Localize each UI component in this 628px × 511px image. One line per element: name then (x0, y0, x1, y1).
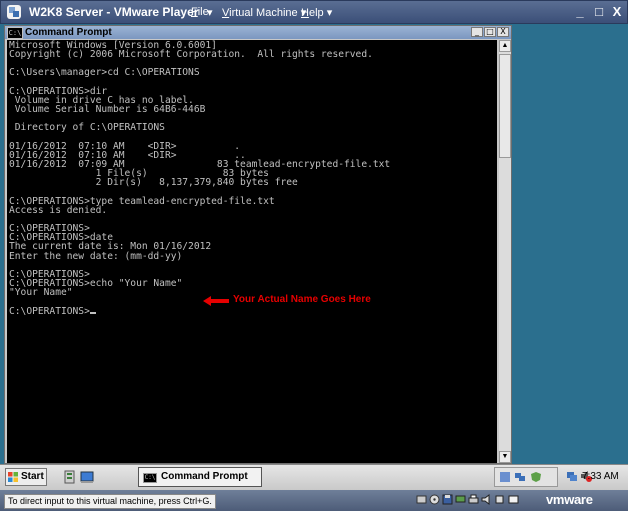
minimize-button[interactable]: _ (571, 4, 589, 20)
close-button[interactable]: X (608, 4, 626, 20)
window-title: W2K8 Server - VMware Player (29, 5, 199, 19)
status-hint: To direct input to this virtual machine,… (4, 494, 216, 509)
security-icon[interactable] (530, 471, 542, 483)
message-icon[interactable] (508, 493, 519, 506)
clock[interactable]: 7:33 AM (582, 471, 619, 482)
server-manager-icon[interactable] (63, 470, 77, 484)
text-cursor (89, 311, 96, 314)
scroll-up-button[interactable]: ▲ (499, 40, 511, 52)
annotation-text: Your Actual Name Goes Here (233, 294, 371, 305)
chevron-down-icon: ▾ (326, 7, 333, 19)
chevron-down-icon: ▾ (207, 7, 213, 19)
show-desktop-icon[interactable] (80, 470, 94, 484)
taskbar-item-command-prompt[interactable]: C:\ Command Prompt (138, 467, 262, 487)
cmd-close-button[interactable]: X (497, 27, 509, 37)
cmd-titlebar[interactable]: C:\ Command Prompt _ □ X (5, 26, 511, 39)
vertical-scrollbar[interactable]: ▲ ▼ (499, 40, 511, 463)
network-connection-icon[interactable] (566, 470, 578, 482)
network-icon[interactable] (514, 471, 526, 483)
printer-icon[interactable] (468, 493, 479, 506)
start-button[interactable]: Start (5, 468, 47, 486)
cd-drive-icon[interactable] (429, 493, 440, 506)
hard-disk-icon[interactable] (416, 493, 427, 506)
start-label: Start (21, 471, 44, 482)
console-text: Microsoft Windows [Version 6.0.6001] Cop… (9, 40, 391, 317)
command-prompt-window[interactable]: C:\ Command Prompt _ □ X Microsoft Windo… (4, 25, 512, 464)
cmd-minimize-button[interactable]: _ (471, 27, 483, 37)
vmware-player-icon (7, 5, 21, 19)
restore-button[interactable]: □ (590, 4, 608, 20)
arrow-left-icon (203, 296, 229, 306)
windows-logo-icon (8, 472, 18, 482)
scroll-down-button[interactable]: ▼ (499, 451, 511, 463)
vmware-logo: vmware (546, 492, 593, 507)
floppy-icon[interactable] (442, 493, 453, 506)
console-output[interactable]: Microsoft Windows [Version 6.0.6001] Cop… (7, 40, 497, 463)
usb-icon[interactable] (494, 493, 505, 506)
cmd-window-title: Command Prompt (25, 27, 112, 38)
cmd-window-icon[interactable]: C:\ (7, 27, 23, 39)
scrollbar-thumb[interactable] (499, 54, 511, 158)
cmd-maximize-button[interactable]: □ (484, 27, 496, 37)
network-icon[interactable] (455, 493, 466, 506)
sound-icon[interactable] (481, 493, 492, 506)
guest-desktop[interactable]: C:\ Command Prompt _ □ X Microsoft Windo… (0, 24, 628, 490)
vmware-titlebar: W2K8 Server - VMware Player File Virtual… (0, 0, 628, 24)
system-tray (494, 467, 558, 487)
taskbar-item-label: Command Prompt (161, 471, 248, 482)
taskbar: Start C:\ Command Prompt 7:33 AM (0, 464, 628, 490)
cmd-window-icon: C:\ (143, 473, 157, 483)
menu-help[interactable]: Help ▾ (301, 6, 332, 19)
vmware-statusbar: To direct input to this virtual machine,… (0, 490, 628, 511)
menu-virtual-machine[interactable]: Virtual Machine ▾ (222, 6, 306, 19)
vmware-tools-icon[interactable] (499, 471, 511, 483)
